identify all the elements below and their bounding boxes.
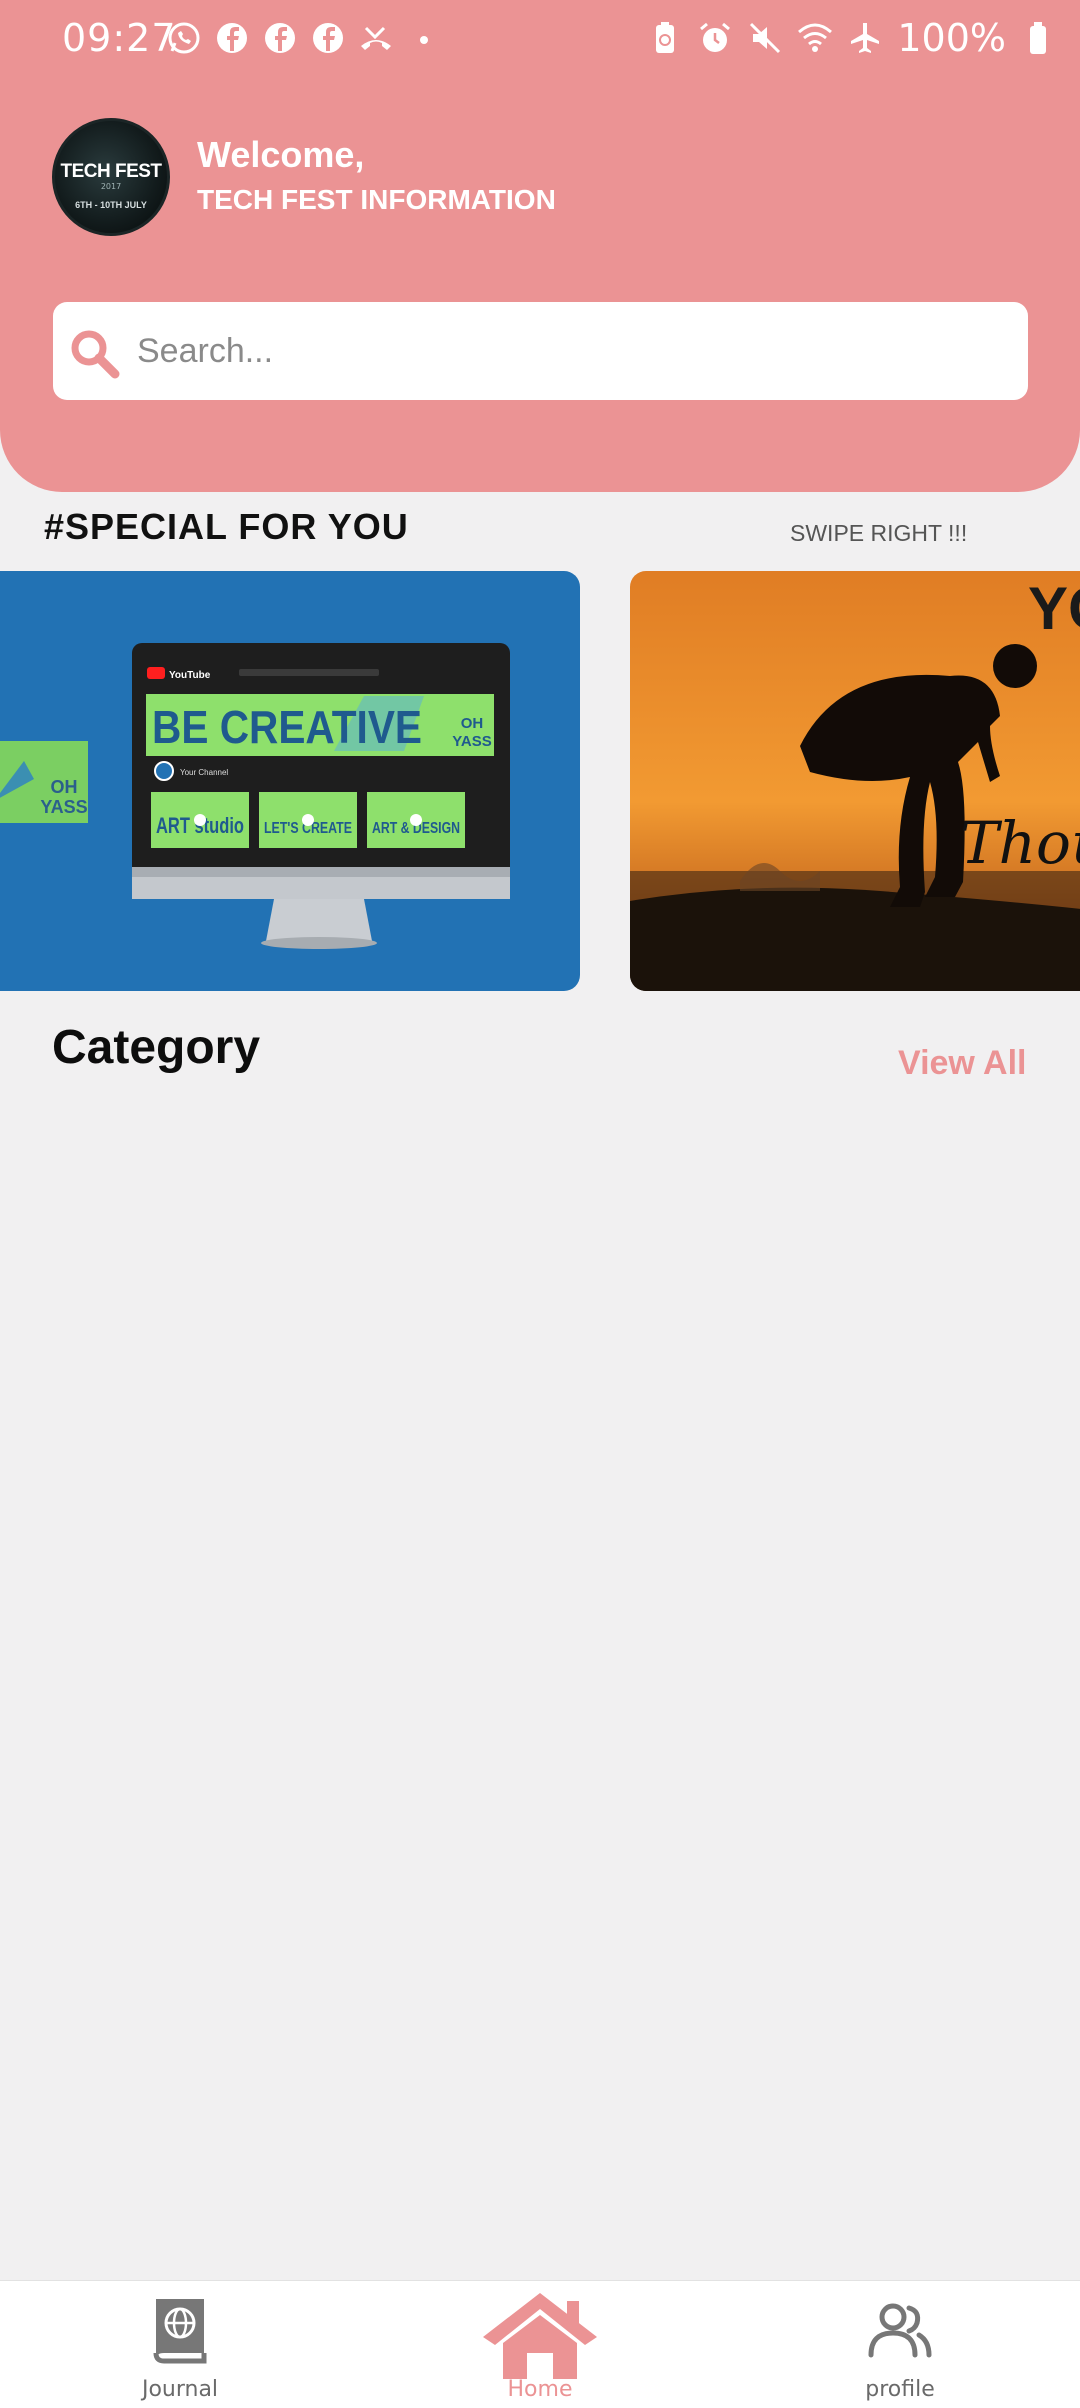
home-screen: 09:27 100% TECH FEST 2017 6TH - 10TH JUL… [0, 0, 1080, 2408]
logo-year: 2017 [100, 182, 122, 191]
missed-call-icon [358, 20, 394, 56]
bottom-navigation: Journal Home profile [0, 2280, 1080, 2408]
wifi-icon [797, 20, 833, 56]
logo-date: 6TH - 10TH JULY [75, 200, 147, 210]
monitor-channel-name: Your Channel [180, 768, 228, 777]
whatsapp-icon [166, 20, 202, 56]
card-2-script-text: Though [960, 809, 1080, 877]
swipe-hint: SWIPE RIGHT !!! [790, 520, 968, 546]
special-carousel[interactable]: OH YASS YouTube BE CREATIVE OH YASS Your… [0, 571, 1080, 991]
battery-saver-icon [647, 20, 683, 56]
side-badge-line-2: YASS [40, 797, 87, 817]
side-badge-line-1: OH [51, 777, 78, 797]
facebook-icon [310, 20, 346, 56]
search-bar[interactable] [53, 302, 1028, 400]
welcome-title: Welcome, [197, 134, 365, 175]
airplane-icon [847, 20, 883, 56]
status-time: 09:27 [62, 16, 177, 60]
nav-journal[interactable]: Journal [60, 2281, 300, 2408]
be-creative-card[interactable]: OH YASS YouTube BE CREATIVE OH YASS Your… [0, 571, 580, 991]
notification-icons [166, 20, 442, 56]
header: 09:27 100% TECH FEST 2017 6TH - 10TH JUL… [0, 0, 1080, 492]
welcome-subtitle: TECH FEST INFORMATION [197, 184, 556, 215]
journal-globe-icon [153, 2299, 207, 2364]
logo-title: TECH FEST [60, 161, 162, 182]
banner-badge-line-1: OH [461, 715, 484, 732]
nav-profile[interactable]: profile [780, 2281, 1020, 2408]
nav-profile-label: profile [865, 2377, 935, 2402]
system-icons: 100% [647, 16, 1056, 60]
mute-icon [747, 20, 783, 56]
thoughts-card[interactable]: YO Though [630, 571, 1080, 991]
monitor-app-name: YouTube [169, 670, 211, 681]
facebook-icon [214, 20, 250, 56]
special-section-title: #SPECIAL FOR YOU [44, 506, 409, 547]
banner-badge-line-2: YASS [452, 733, 491, 750]
nav-home-label: Home [507, 2377, 573, 2402]
dot-icon [406, 20, 442, 56]
thoughts-artwork: YO Though [630, 575, 1080, 991]
nav-journal-label: Journal [141, 2377, 219, 2402]
nav-home[interactable]: Home [420, 2281, 660, 2408]
battery-percent: 100% [897, 16, 1006, 60]
banner-text: BE CREATIVE [152, 701, 422, 753]
tech-fest-logo[interactable]: TECH FEST 2017 6TH - 10TH JULY [52, 118, 170, 236]
card-2-top-text: YO [1028, 575, 1080, 642]
facebook-icon [262, 20, 298, 56]
search-icon [71, 330, 120, 379]
status-bar: 09:27 100% [0, 0, 1080, 76]
search-input[interactable] [137, 302, 1007, 400]
view-all-link[interactable]: View All [898, 1044, 1027, 1083]
be-creative-artwork: OH YASS YouTube BE CREATIVE OH YASS Your… [0, 643, 510, 949]
category-title: Category [52, 1021, 261, 1074]
battery-icon [1020, 20, 1056, 56]
home-icon [483, 2293, 597, 2379]
alarm-icon [697, 20, 733, 56]
profile-users-icon [868, 2303, 932, 2358]
